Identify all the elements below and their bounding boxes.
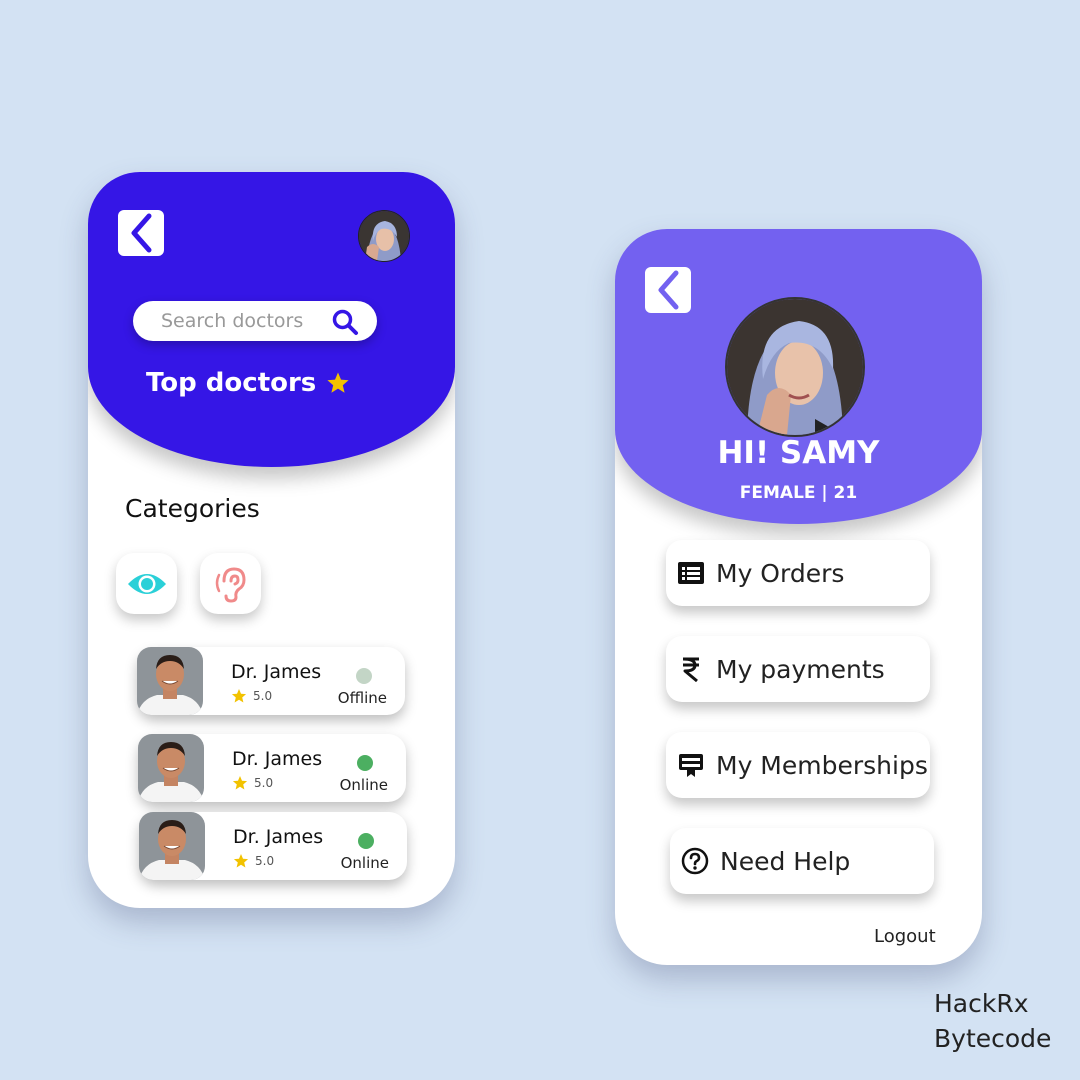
doctor-card[interactable]: Dr. James 5.0 Online <box>139 812 407 880</box>
status-label: Online <box>339 776 388 794</box>
status-indicator <box>356 668 372 684</box>
profile-avatar <box>725 297 865 437</box>
doctors-screen: Top doctors Categories <box>88 172 455 908</box>
search-bar[interactable] <box>133 301 377 341</box>
status-label: Online <box>340 854 389 872</box>
back-button[interactable] <box>645 267 691 313</box>
profile-screen: HI! SAMY FEMALE | 21 My Orders My paymen… <box>615 229 982 965</box>
star-icon <box>232 776 248 790</box>
doctor-photo <box>138 734 204 802</box>
doctor-name: Dr. James <box>233 826 324 848</box>
doctor-photo <box>139 812 205 880</box>
rating-value: 5.0 <box>254 776 274 790</box>
category-ear-button[interactable] <box>200 553 261 614</box>
brand-line-1: HackRx <box>934 989 1029 1018</box>
brand-label: HackRx Bytecode <box>934 986 1051 1056</box>
status-label: Offline <box>337 689 387 707</box>
doctor-photo <box>137 647 203 715</box>
menu-label: Need Help <box>720 846 851 876</box>
doctor-card[interactable]: Dr. James 5.0 Offline <box>137 647 405 715</box>
ear-icon <box>215 566 246 603</box>
doctor-card[interactable]: Dr. James 5.0 Online <box>138 734 406 802</box>
category-eye-button[interactable] <box>116 553 177 614</box>
star-icon <box>233 854 249 868</box>
rating-value: 5.0 <box>253 689 273 703</box>
rating-value: 5.0 <box>255 854 275 868</box>
menu-label: My Memberships <box>716 750 928 780</box>
status-indicator <box>358 833 374 849</box>
star-icon <box>231 689 247 703</box>
need-help-button[interactable]: Need Help <box>670 828 934 894</box>
search-input[interactable] <box>159 309 323 333</box>
menu-label: My Orders <box>716 558 845 588</box>
logout-link[interactable]: Logout <box>874 926 936 947</box>
doctor-rating: 5.0 <box>233 853 274 869</box>
doctor-rating: 5.0 <box>232 775 273 791</box>
top-doctors-label: Top doctors <box>146 368 317 398</box>
list-icon <box>678 562 704 584</box>
brand-line-2: Bytecode <box>934 1024 1052 1053</box>
chevron-left-icon <box>658 270 679 310</box>
eye-icon <box>127 573 166 594</box>
section-title: Top doctors <box>146 368 350 398</box>
my-payments-button[interactable]: My payments <box>666 636 930 702</box>
user-avatar[interactable] <box>358 210 410 262</box>
search-icon[interactable] <box>331 308 359 336</box>
back-button[interactable] <box>118 210 164 256</box>
user-subinfo: FEMALE | 21 <box>739 483 858 503</box>
membership-card-icon <box>679 754 703 777</box>
doctor-name: Dr. James <box>231 661 322 683</box>
chevron-left-icon <box>131 213 152 253</box>
menu-label: My payments <box>716 654 885 684</box>
rupee-icon <box>682 657 699 682</box>
user-greeting: HI! SAMY <box>717 435 880 471</box>
doctor-name: Dr. James <box>232 748 323 770</box>
my-orders-button[interactable]: My Orders <box>666 540 930 606</box>
status-indicator <box>357 755 373 771</box>
help-circle-icon <box>681 847 709 875</box>
categories-heading: Categories <box>125 494 260 523</box>
doctor-rating: 5.0 <box>231 688 272 704</box>
my-memberships-button[interactable]: My Memberships <box>666 732 930 798</box>
star-icon <box>327 372 349 393</box>
